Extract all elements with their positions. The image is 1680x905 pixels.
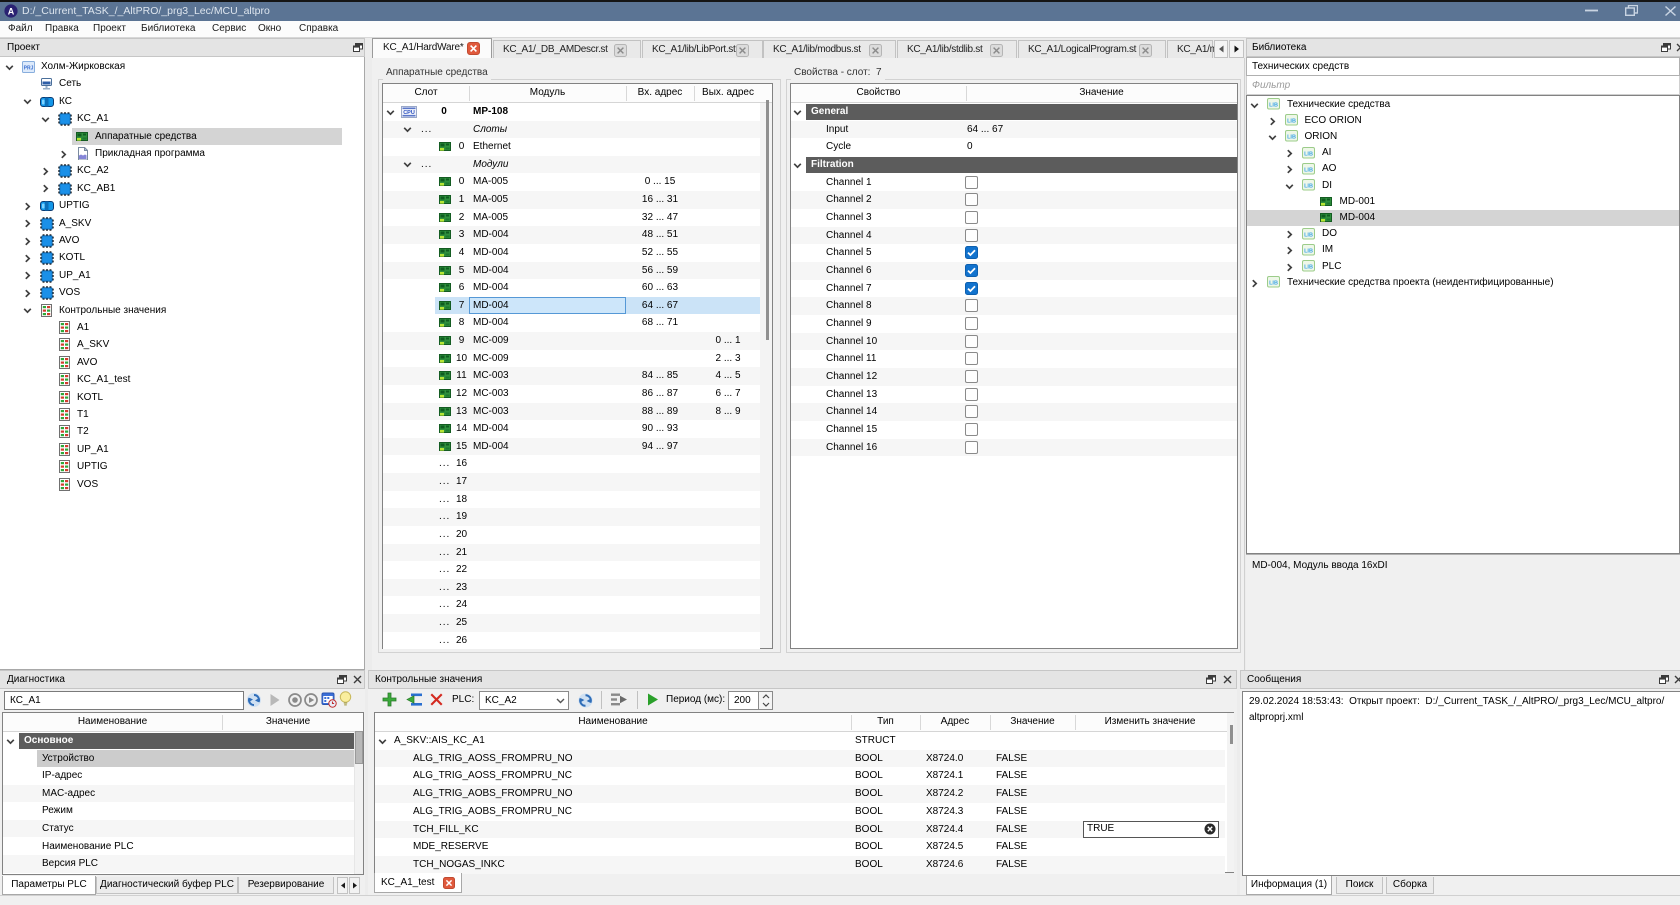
svg-text:LIB: LIB <box>1304 265 1313 271</box>
svg-text:LIB: LIB <box>1304 184 1313 190</box>
svg-text:LIB: LIB <box>1269 103 1278 109</box>
svg-text:LIB: LIB <box>1304 167 1313 173</box>
svg-text:LIB: LIB <box>1269 281 1278 287</box>
svg-text:CPU: CPU <box>403 110 415 116</box>
svg-text:LIB: LIB <box>1304 151 1313 157</box>
svg-text:A: A <box>8 6 15 16</box>
svg-text:PRJ: PRJ <box>24 66 34 72</box>
svg-text:LIB: LIB <box>1287 119 1296 125</box>
svg-text:LIB: LIB <box>1304 248 1313 254</box>
svg-text:LIB: LIB <box>1287 135 1296 141</box>
svg-text:LIB: LIB <box>1304 232 1313 238</box>
